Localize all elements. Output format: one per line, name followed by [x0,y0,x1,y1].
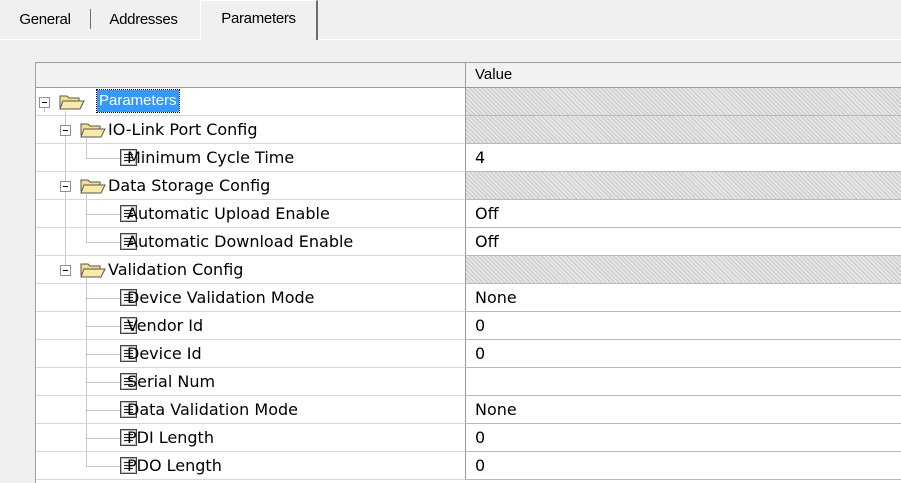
property-value-cell[interactable]: 0 [466,452,901,480]
property-row[interactable]: Data Validation Mode None [36,396,901,424]
property-row[interactable]: Automatic Download Enable Off [36,228,901,256]
property-name-cell[interactable]: Data Storage Config [36,172,466,200]
collapse-minus-icon[interactable] [60,125,71,136]
tab-general[interactable]: General [0,0,90,38]
folder-open-icon [59,93,85,110]
property-row[interactable]: Minimum Cycle Time 4 [36,144,901,172]
property-name-cell[interactable]: Vendor Id [36,312,466,340]
collapse-minus-icon[interactable] [60,265,71,276]
property-value-cell[interactable]: 0 [466,424,901,452]
property-name-cell[interactable]: Automatic Download Enable [36,228,466,256]
property-value-cell[interactable]: Off [466,200,901,228]
tab-strip-line [0,39,901,40]
property-label: PDI Length [127,428,214,447]
category-label: Validation Config [108,260,244,279]
category-label: IO-Link Port Config [108,120,258,139]
property-name-cell[interactable]: Serial Num [36,368,466,396]
category-label: Data Storage Config [108,176,271,195]
property-label: Device Validation Mode [127,288,315,307]
category-value-cell [466,88,901,116]
property-label: Automatic Download Enable [127,232,354,251]
tab-addresses[interactable]: Addresses [91,0,196,38]
property-row[interactable]: Device Validation Mode None [36,284,901,312]
category-value-cell [466,116,901,144]
folder-open-icon [80,177,106,194]
property-value-cell[interactable]: 0 [466,340,901,368]
property-name-cell[interactable]: PDO Length [36,452,466,480]
property-name-cell[interactable]: Data Validation Mode [36,396,466,424]
property-row[interactable]: Device Id 0 [36,340,901,368]
property-value-cell[interactable]: None [466,284,901,312]
property-row[interactable]: Serial Num [36,368,901,396]
property-value-cell[interactable]: 4 [466,144,901,172]
property-name-cell[interactable]: Device Validation Mode [36,284,466,312]
property-name-cell[interactable]: Minimum Cycle Time [36,144,466,172]
folder-open-icon [80,121,106,138]
property-name-cell[interactable]: Automatic Upload Enable [36,200,466,228]
property-name-cell[interactable]: PDI Length [36,424,466,452]
tab-parameters[interactable]: Parameters [200,0,318,40]
category-value-cell [466,256,901,284]
property-label: Data Validation Mode [127,400,298,419]
property-row[interactable]: Automatic Upload Enable Off [36,200,901,228]
property-label: Serial Num [127,372,216,391]
category-row[interactable]: Validation Config [36,256,901,284]
property-label: Automatic Upload Enable [127,204,330,223]
property-name-cell[interactable]: Validation Config [36,256,466,284]
property-value-cell[interactable]: None [466,396,901,424]
property-name-cell[interactable]: Parameters [36,88,466,116]
property-label: Minimum Cycle Time [127,148,295,167]
property-name-cell[interactable]: IO-Link Port Config [36,116,466,144]
property-label: Device Id [127,344,202,363]
property-row[interactable]: PDO Length 0 [36,452,901,480]
property-row[interactable]: PDI Length 0 [36,424,901,452]
category-row[interactable]: IO-Link Port Config [36,116,901,144]
property-label: Vendor Id [127,316,204,335]
property-value-cell[interactable]: 0 [466,312,901,340]
property-label: PDO Length [127,456,222,475]
folder-open-icon [80,261,106,278]
property-value-cell[interactable]: Off [466,228,901,256]
property-name-cell[interactable]: Device Id [36,340,466,368]
category-label: Parameters [96,89,180,113]
collapse-minus-icon[interactable] [39,97,50,108]
property-row[interactable]: Vendor Id 0 [36,312,901,340]
property-value-cell[interactable] [466,368,901,396]
category-row[interactable]: Parameters [36,88,901,116]
parameters-grid[interactable]: Value Parameters IO-Link Port Config Minim… [35,62,901,483]
category-row[interactable]: Data Storage Config [36,172,901,200]
name-column-header[interactable] [36,63,466,87]
value-column-header[interactable]: Value [475,66,512,83]
category-value-cell [466,172,901,200]
grid-header: Value [36,63,901,88]
collapse-minus-icon[interactable] [60,181,71,192]
